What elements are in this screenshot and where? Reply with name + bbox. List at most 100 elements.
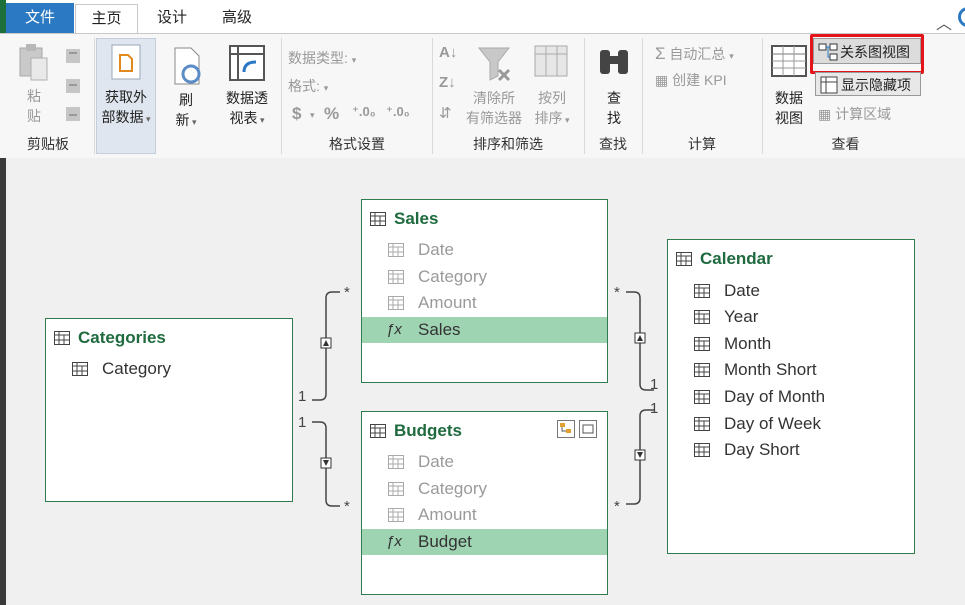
get-external-data-button[interactable]: 获取外 部数据 ▾ [96, 38, 156, 154]
field-name: Month [724, 334, 772, 353]
sort-descending-icon[interactable]: Z↓ [439, 74, 456, 91]
table-title: Budgets [394, 421, 462, 440]
column-icon [388, 270, 404, 284]
binoculars-icon [600, 50, 628, 74]
tab-home[interactable]: 主页 [75, 4, 138, 35]
column-icon [388, 296, 404, 310]
tab-file[interactable]: 文件 [6, 3, 74, 33]
separator [94, 38, 95, 154]
data-view-button[interactable]: 数据 视图 [769, 44, 809, 128]
table-title: Sales [394, 209, 439, 228]
create-kpi-button[interactable]: ▦ 创建 KPI [655, 70, 727, 90]
dropdown-arrow-icon[interactable]: ▾ [310, 110, 315, 121]
group-clipboard: 粘 贴 剪贴板 [0, 34, 96, 158]
hierarchy-icon[interactable] [557, 420, 575, 438]
kpi-icon: ▦ [655, 72, 669, 88]
table-categories[interactable]: Categories Category [45, 318, 293, 502]
group-label-find: 查找 [599, 136, 627, 152]
field-row[interactable]: Amount [362, 502, 607, 528]
pivot-table-icon [229, 45, 265, 81]
show-hidden-icon [820, 76, 838, 94]
field-name: Category [418, 479, 487, 498]
table-calendar[interactable]: Calendar Date Year Month Month Short Day… [667, 239, 915, 554]
find-button[interactable]: 查 找 [593, 44, 635, 128]
table-sales[interactable]: Sales Date Category Amount ƒx Sales [361, 199, 608, 383]
sort-ascending-icon[interactable]: A↓ [439, 44, 457, 61]
refresh-icon [174, 47, 201, 85]
cardinality-one: 1 [298, 414, 307, 431]
copy-icon[interactable] [64, 76, 84, 96]
column-icon [694, 363, 710, 377]
column-icon [72, 362, 88, 376]
field-row[interactable]: Category [46, 356, 292, 382]
tab-advanced[interactable]: 高级 [206, 4, 268, 33]
field-row[interactable]: Day of Month [668, 384, 914, 410]
field-row[interactable]: Date [668, 278, 914, 304]
column-icon [388, 455, 404, 469]
dropdown-arrow-icon: ▾ [257, 115, 265, 125]
pivot-table-button[interactable]: 数据透 视表 ▾ [216, 44, 278, 130]
column-icon [694, 417, 710, 431]
autosum-button[interactable]: Σ 自动汇总 ▾ [655, 44, 734, 64]
group-label-sort-filter: 排序和筛选 [473, 136, 543, 152]
field-row[interactable]: Year [668, 304, 914, 330]
measure-row[interactable]: ƒx Sales [362, 317, 607, 343]
field-name: Date [724, 281, 760, 300]
field-row[interactable]: Day Short [668, 437, 914, 463]
cardinality-one: 1 [650, 400, 659, 417]
get-external-data-icon [111, 44, 141, 80]
increase-decimal-button[interactable]: ⁺.0₀ [352, 104, 376, 120]
field-name: Date [418, 240, 454, 259]
measure-row[interactable]: ƒx Budget [362, 529, 607, 555]
field-row[interactable]: Month [668, 331, 914, 357]
field-name: Month Short [724, 360, 817, 379]
decrease-decimal-button[interactable]: ⁺.0₀ [386, 104, 410, 120]
show-hidden-button[interactable]: 显示隐藏项 [815, 72, 921, 96]
refresh-button[interactable]: 刷 新 ▾ [164, 46, 208, 132]
format-dropdown[interactable]: 格式: ▾ [288, 76, 328, 96]
field-name: Year [724, 307, 759, 326]
column-icon [694, 337, 710, 351]
copy-format-icon[interactable] [64, 104, 84, 124]
field-name: Day Short [724, 440, 800, 459]
cardinality-one: 1 [298, 388, 307, 405]
cut-icon[interactable] [64, 46, 84, 66]
cardinality-many: * [344, 284, 350, 301]
field-row[interactable]: Date [362, 449, 607, 475]
dropdown-arrow-icon: ▾ [189, 117, 197, 127]
tab-design[interactable]: 设计 [144, 4, 200, 33]
field-name: Day of Month [724, 387, 826, 406]
currency-format-button[interactable]: $ [292, 104, 301, 124]
data-type-dropdown[interactable]: 数据类型: ▾ [288, 48, 356, 68]
diagram-canvas[interactable]: * 1 1 * * 1 1 * Sales Date Category Amou… [6, 158, 965, 605]
clear-all-filters-button[interactable]: 清除所 有筛选器 [463, 44, 525, 128]
column-icon [694, 443, 710, 457]
field-row[interactable]: Month Short [668, 357, 914, 383]
column-icon [388, 508, 404, 522]
maximize-icon[interactable] [579, 420, 597, 438]
field-row[interactable]: Category [362, 476, 607, 502]
collapse-ribbon-icon[interactable]: ︿ [936, 10, 952, 34]
column-icon [694, 390, 710, 404]
clear-sort-icon[interactable]: ⇵ [439, 104, 452, 122]
table-icon [370, 212, 386, 226]
help-icon[interactable] [958, 7, 965, 27]
field-name: Category [418, 267, 487, 286]
clear-filter-icon [477, 47, 511, 82]
field-row[interactable]: Category [362, 264, 607, 290]
group-label-calculations: 计算 [688, 136, 716, 152]
calc-area-icon: ▦ [818, 106, 832, 122]
table-budgets[interactable]: Budgets Date Category Amount ƒx Budget [361, 411, 608, 595]
field-row[interactable]: Day of Week [668, 411, 914, 437]
sort-by-column-button[interactable]: 按列 排序 ▾ [529, 44, 575, 130]
calculation-area-button[interactable]: ▦ 计算区域 [818, 104, 891, 124]
table-icon [370, 424, 386, 438]
field-row[interactable]: Amount [362, 290, 607, 316]
group-formatting: 数据类型: ▾ 格式: ▾ $ ▾ % ⁺.0₀ ⁺.0₀ 格式设置 [282, 34, 432, 158]
paste-button[interactable]: 粘 贴 [14, 42, 54, 126]
sigma-icon: Σ [655, 44, 666, 63]
percent-format-button[interactable]: % [324, 104, 339, 124]
field-row[interactable]: Date [362, 237, 607, 263]
field-name: Amount [418, 293, 477, 312]
column-icon [388, 243, 404, 257]
